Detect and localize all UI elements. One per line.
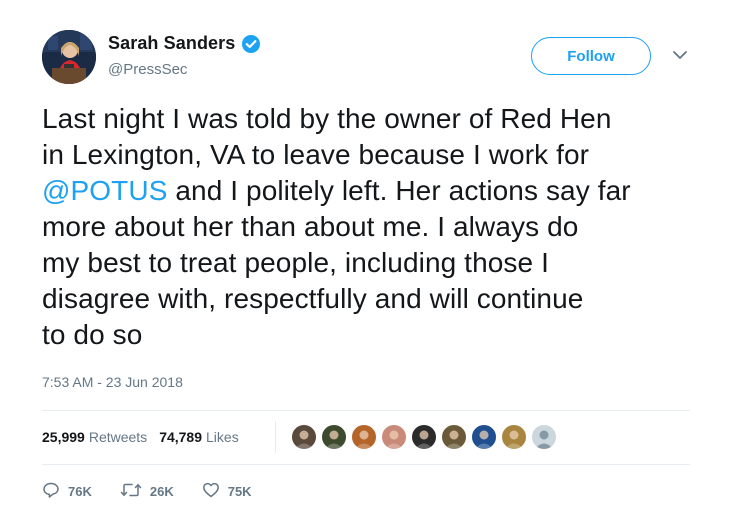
like-count: 75K (227, 484, 252, 499)
tweet-text: Last night I was told by the owner of Re… (42, 101, 712, 353)
liker-avatar[interactable] (470, 423, 498, 451)
reply-count: 76K (68, 484, 92, 499)
retweet-action[interactable]: 26K (120, 481, 174, 502)
tweet-line-text: and I politely left. Her actions say far (167, 175, 631, 206)
tweet-line: in Lexington, VA to leave because I work… (42, 139, 590, 170)
like-action[interactable]: 75K (202, 481, 252, 502)
tweet-line: more about her than about me. I always d… (42, 211, 579, 242)
avatar[interactable] (42, 30, 96, 84)
heart-icon (202, 481, 228, 502)
tweet-line: @POTUS and I politely left. Her actions … (42, 173, 712, 209)
tweet-stats: 25,999 Retweets 74,789 Likes (42, 429, 251, 445)
liker-avatar[interactable] (320, 423, 348, 451)
liker-avatar[interactable] (350, 423, 378, 451)
liker-avatar[interactable] (500, 423, 528, 451)
tweet-actions: 76K 26K 75K (42, 481, 280, 502)
liker-avatar[interactable] (440, 423, 468, 451)
retweet-icon (120, 481, 150, 502)
retweets-count: 25,999 (42, 429, 85, 445)
tweet-line: Last night I was told by the owner of Re… (42, 103, 612, 134)
likes-stat[interactable]: 74,789 Likes (159, 429, 239, 445)
liker-avatar[interactable] (290, 423, 318, 451)
chevron-down-icon[interactable] (671, 48, 689, 60)
liker-avatar[interactable] (530, 423, 558, 451)
tweet-line: my best to treat people, including those… (42, 247, 549, 278)
liker-avatar[interactable] (410, 423, 438, 451)
divider (42, 410, 690, 411)
retweet-count: 26K (149, 484, 174, 499)
liker-avatar[interactable] (380, 423, 408, 451)
tweet-timestamp[interactable]: 7:53 AM - 23 Jun 2018 (42, 374, 183, 390)
tweet-line: to do so (42, 319, 143, 350)
author-handle[interactable]: @PressSec (108, 61, 187, 78)
reply-icon (42, 481, 68, 502)
divider (42, 464, 690, 465)
likes-label: Likes (206, 429, 239, 445)
likes-count: 74,789 (159, 429, 203, 445)
stats-separator (275, 421, 276, 453)
follow-button[interactable]: Follow (531, 37, 651, 75)
author-name-row[interactable]: Sarah Sanders (108, 33, 261, 54)
mention-link[interactable]: @POTUS (42, 175, 167, 206)
author-display-name[interactable]: Sarah Sanders (108, 33, 235, 54)
verified-badge-icon (241, 34, 261, 54)
retweets-label: Retweets (88, 429, 148, 445)
retweets-stat[interactable]: 25,999 Retweets (42, 429, 147, 445)
tweet-line: disagree with, respectfully and will con… (42, 283, 584, 314)
reply-action[interactable]: 76K (42, 481, 92, 502)
